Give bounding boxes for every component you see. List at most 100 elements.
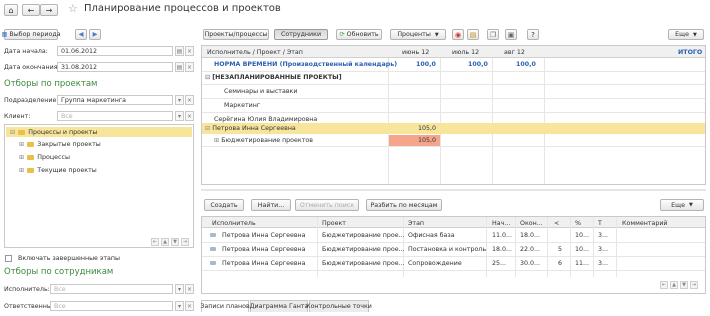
table-header-cell[interactable]: Т <box>598 220 602 227</box>
column-divider <box>544 58 545 184</box>
scroll-up-icon[interactable]: ▲ <box>670 281 678 289</box>
favorite-star-icon[interactable]: ☆ <box>68 2 78 15</box>
grid-header-cell[interactable]: авг 12 <box>504 49 525 56</box>
scroll-down-icon[interactable]: ▼ <box>680 281 688 289</box>
row-divider <box>202 146 705 147</box>
grid-row[interactable]: Семинары и выставки <box>224 88 297 95</box>
arrow-right-icon: → <box>45 5 53 15</box>
more-dropdown-bottom[interactable]: Еще ▼ <box>660 199 704 211</box>
expand-icon[interactable]: ⊞ <box>19 154 24 161</box>
end-date-field[interactable]: 31.08.2012 <box>57 62 173 72</box>
period-select-button[interactable]: ▦ Выбор периода <box>1 29 61 40</box>
tree-item[interactable]: ⊞ Закрытые проекты <box>19 139 101 149</box>
table-header-cell[interactable]: < <box>554 220 559 227</box>
copy-icon: ❐ <box>489 30 497 39</box>
cancel-search-button[interactable]: Отменить поиск <box>295 199 359 211</box>
home-button[interactable]: ⌂ <box>4 4 18 16</box>
division-field[interactable]: Группа маркетинга <box>57 95 173 105</box>
back-button[interactable]: ← <box>22 4 40 16</box>
grid-row[interactable]: Маркетинг <box>224 102 260 109</box>
clear-icon[interactable]: × <box>185 111 194 121</box>
help-button[interactable]: ? <box>527 29 539 40</box>
table-header-cell[interactable]: Этап <box>408 220 424 227</box>
refresh-button[interactable]: ⟳ Обновить <box>336 29 382 40</box>
grid-header-cell[interactable]: ИТОГО <box>678 49 702 56</box>
grid-cell-value[interactable]: 105,0 <box>418 125 436 132</box>
grid-header-cell[interactable]: июнь 12 <box>402 49 429 56</box>
collapse-icon[interactable]: ⊟ <box>205 125 210 132</box>
table-header-cell[interactable]: Окон... <box>520 220 543 227</box>
grid-cell-value[interactable]: 100,0 <box>468 61 488 68</box>
folder-icon <box>27 141 35 147</box>
tab-checkpoints[interactable]: Контрольные точки <box>306 300 372 312</box>
tree-item[interactable]: ⊞ Процессы <box>19 152 70 162</box>
dropdown-arrow-icon[interactable]: ▾ <box>175 111 184 121</box>
calendar-picker-icon[interactable]: ▤ <box>175 62 184 72</box>
scroll-up-icon[interactable]: ▲ <box>161 238 169 246</box>
grid-cell-value[interactable]: 100,0 <box>516 61 536 68</box>
grid-cell-value[interactable]: 100,0 <box>416 61 436 68</box>
expand-icon[interactable]: ⊞ <box>19 141 24 148</box>
grid-row-project[interactable]: ⊞ Бюджетирование проектов <box>214 137 313 144</box>
scroll-down-icon[interactable]: ▼ <box>171 238 179 246</box>
panel-splitter[interactable] <box>201 189 706 191</box>
scroll-first-icon[interactable]: ⇤ <box>660 281 668 289</box>
table-cell: Петрова Инна Сергеевна <box>222 260 306 267</box>
clear-icon[interactable]: × <box>185 46 194 56</box>
folder-icon <box>27 154 35 160</box>
responsible-field[interactable]: Все <box>50 301 173 311</box>
scroll-first-icon[interactable]: ⇤ <box>151 238 159 246</box>
more-dropdown-top[interactable]: Еще ▼ <box>668 29 704 40</box>
collapse-icon[interactable]: ⊟ <box>10 129 15 136</box>
include-completed-checkbox[interactable] <box>5 255 12 262</box>
table-header-cell[interactable]: Проект <box>322 220 346 227</box>
row-divider <box>202 71 705 72</box>
calendar-picker-icon[interactable]: ▤ <box>175 46 184 56</box>
dropdown-arrow-icon[interactable]: ▾ <box>175 95 184 105</box>
table-header-cell[interactable]: Нач... <box>492 220 510 227</box>
copy-button[interactable]: ❐ <box>487 29 499 40</box>
split-months-button[interactable]: Разбить по месяцам <box>366 199 442 211</box>
paste-button[interactable]: ▣ <box>505 29 517 40</box>
grid-row-employee[interactable]: ⊟ Петрова Инна Сергеевна <box>205 125 296 132</box>
grid-row-unplanned[interactable]: ⊟ [НЕЗАПЛАНИРОВАННЫЕ ПРОЕКТЫ] <box>205 74 342 81</box>
prev-period-button[interactable]: ◀ <box>75 29 87 40</box>
grid-row-norm[interactable]: НОРМА ВРЕМЕНИ (Производственный календар… <box>214 61 397 68</box>
expand-icon[interactable]: ⊞ <box>19 167 24 174</box>
dropdown-arrow-icon[interactable]: ▾ <box>175 301 184 311</box>
start-date-field[interactable]: 01.06.2012 <box>57 46 173 56</box>
percents-dropdown[interactable]: Проценты ▼ <box>390 29 446 40</box>
clear-icon[interactable]: × <box>185 301 194 311</box>
create-button[interactable]: Создать <box>204 199 244 211</box>
grid-header-cell[interactable]: июль 12 <box>452 49 479 56</box>
table-header-cell[interactable]: Комментарий <box>622 220 668 227</box>
grid-cell-value[interactable]: 105,0 <box>418 137 436 144</box>
expand-icon[interactable]: ⊞ <box>214 137 219 144</box>
table-cell: Постановка и контроль <box>408 246 487 253</box>
executor-field[interactable]: Все <box>50 284 173 294</box>
tab-employees-button[interactable]: Сотрудники <box>274 29 328 40</box>
scroll-last-icon[interactable]: ⇥ <box>690 281 698 289</box>
dropdown-arrow-icon[interactable]: ▾ <box>175 284 184 294</box>
settings-list-button[interactable]: ▤ <box>467 29 479 40</box>
collapse-icon[interactable]: ⊟ <box>205 74 210 81</box>
scroll-last-icon[interactable]: ⇥ <box>181 238 189 246</box>
grid-header-cell[interactable]: Исполнитель / Проект / Этап <box>207 49 303 56</box>
grid-row[interactable]: Серёгина Юлия Владимировна <box>214 116 317 123</box>
tab-plan-records[interactable]: Записи планов <box>200 300 250 312</box>
next-period-button[interactable]: ▶ <box>89 29 101 40</box>
clear-icon[interactable]: × <box>185 95 194 105</box>
clear-icon[interactable]: × <box>185 284 194 294</box>
tab-processes-button[interactable]: Проекты/процессы <box>203 29 269 40</box>
forward-button[interactable]: → <box>40 4 58 16</box>
table-header-cell[interactable]: % <box>575 220 581 227</box>
tab-gantt-chart[interactable]: Диаграмма Ганта <box>250 300 308 312</box>
row-divider <box>202 112 705 113</box>
tree-item-root[interactable]: ⊟ Процессы и проекты <box>6 127 192 137</box>
clear-icon[interactable]: × <box>185 62 194 72</box>
table-header-cell[interactable]: Исполнитель <box>212 220 256 227</box>
client-field[interactable]: Все <box>57 111 173 121</box>
find-button[interactable]: Найти... <box>251 199 291 211</box>
tree-item[interactable]: ⊞ Текущие проекты <box>19 165 97 175</box>
chart-button[interactable]: ◉ <box>452 29 464 40</box>
